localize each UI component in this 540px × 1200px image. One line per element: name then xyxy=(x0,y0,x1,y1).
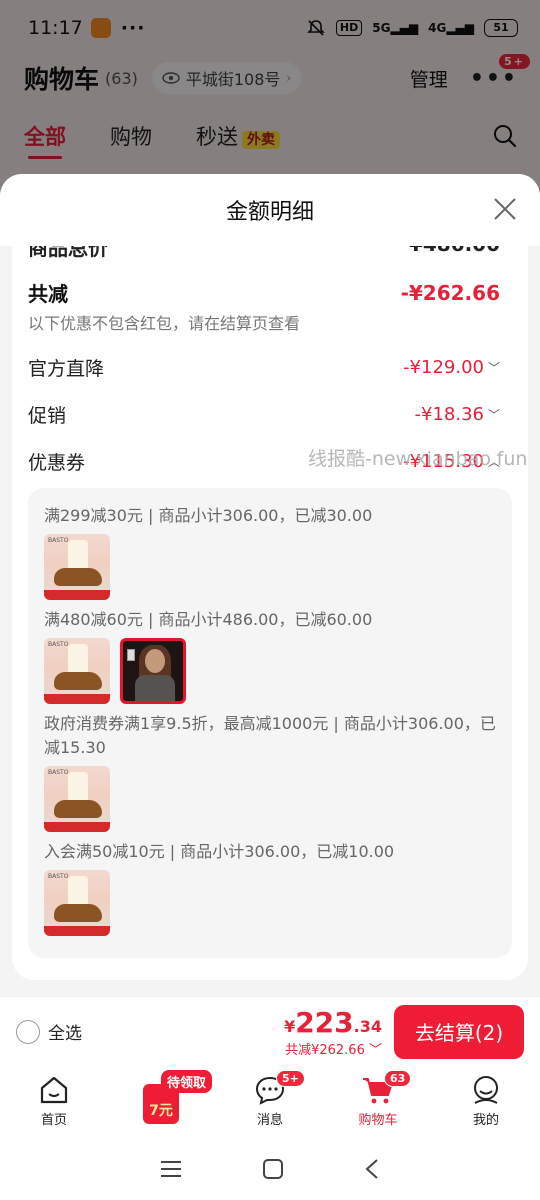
discount-label: 促销 xyxy=(28,405,67,427)
chevron-down-icon: ﹀ xyxy=(487,361,500,375)
product-thumb-coat[interactable] xyxy=(120,638,186,704)
bottom-nav: 首页 7元 待领取 消息 5+ 购物车 63 我的 xyxy=(0,1066,540,1138)
total-discount-label: 共减 xyxy=(28,282,68,306)
chevron-down-icon: ﹀ xyxy=(368,1042,382,1058)
total-price: ¥223.34 xyxy=(284,1005,382,1039)
user-icon xyxy=(474,1076,498,1104)
goods-total-value: ¥486.00 xyxy=(409,246,500,261)
nav-label: 购物车 xyxy=(358,1113,398,1128)
discount-summary: 共减¥262.66 ﹀ xyxy=(285,1042,382,1058)
nav-label: 消息 xyxy=(256,1113,283,1128)
discount-row-promotion[interactable]: 促销 -¥18.36 ﹀ xyxy=(28,401,500,428)
product-thumbs: BASTO xyxy=(44,534,496,600)
discount-row-official[interactable]: 官方直降 -¥129.00 ﹀ xyxy=(28,354,500,381)
nav-home[interactable]: 首页 xyxy=(0,1066,108,1138)
system-nav-bar xyxy=(0,1138,540,1200)
total-discount-value: -¥262.66 xyxy=(400,280,500,305)
promo-tag: 待领取 xyxy=(161,1070,213,1093)
sheet-title: 金额明细 xyxy=(225,200,314,225)
discount-label: 优惠券 xyxy=(28,452,86,474)
total-discount-note: 以下优惠不包含红包，请在结算页查看 xyxy=(28,314,301,333)
coupon-line: 满299减30元 | 商品小计306.00，已减30.00 xyxy=(44,506,373,525)
close-icon[interactable] xyxy=(492,196,518,222)
watermark: 线报酷-new.xianbao.fun xyxy=(308,448,528,470)
total-discount-row: 共减 -¥262.66 xyxy=(28,278,500,307)
menu-icon[interactable] xyxy=(159,1159,183,1179)
coupon-line: 入会满50减10元 | 商品小计306.00，已减10.00 xyxy=(44,842,395,861)
messages-badge: 5+ xyxy=(276,1070,305,1087)
nav-label: 首页 xyxy=(40,1113,67,1128)
checkout-button[interactable]: 去结算(2) xyxy=(394,1004,524,1059)
discount-value: -¥129.00 xyxy=(403,357,484,378)
product-thumb-shoe[interactable]: BASTO xyxy=(44,766,110,832)
product-thumb-shoe[interactable]: BASTO xyxy=(44,534,110,600)
chevron-down-icon: ﹀ xyxy=(487,408,500,422)
product-thumb-shoe[interactable]: BASTO xyxy=(44,870,110,936)
nav-promo[interactable]: 7元 待领取 xyxy=(108,1066,216,1138)
checkout-bar: 全选 ¥223.34 共减¥262.66 ﹀ 去结算(2) xyxy=(0,996,540,1066)
coupon-detail-box: 满299减30元 | 商品小计306.00，已减30.00 BASTO 满480… xyxy=(28,488,512,958)
price-detail-card: 商品总价 ¥486.00 共减 -¥262.66 以下优惠不包含红包，请在结算页… xyxy=(12,246,528,980)
product-thumbs: BASTO xyxy=(44,870,496,936)
select-all-label[interactable]: 全选 xyxy=(48,1019,82,1044)
sheet-header: 金额明细 xyxy=(0,174,540,246)
product-thumbs: BASTO xyxy=(44,638,496,704)
goods-total-row: 商品总价 ¥486.00 xyxy=(28,246,500,261)
select-all-checkbox[interactable] xyxy=(16,1019,40,1044)
home-square-icon[interactable] xyxy=(262,1158,284,1180)
nav-label: 我的 xyxy=(472,1113,499,1128)
nav-cart[interactable]: 购物车 63 xyxy=(324,1066,432,1138)
back-icon[interactable] xyxy=(363,1158,381,1180)
home-icon xyxy=(40,1076,68,1104)
goods-total-label: 商品总价 xyxy=(28,246,108,260)
price-detail-sheet: 金额明细 商品总价 ¥486.00 共减 -¥262.66 以下优惠不包含红包，… xyxy=(0,174,540,996)
discount-label: 官方直降 xyxy=(28,358,105,380)
price-summary[interactable]: ¥223.34 共减¥262.66 ﹀ xyxy=(284,1006,382,1058)
nav-messages[interactable]: 消息 5+ xyxy=(216,1066,324,1138)
product-thumbs: BASTO xyxy=(44,766,496,832)
nav-mine[interactable]: 我的 xyxy=(432,1066,540,1138)
cart-badge: 63 xyxy=(384,1070,412,1087)
coupon-line: 政府消费券满1享9.5折，最高减1000元 | 商品小计306.00，已减15.… xyxy=(44,714,496,757)
discount-value: -¥18.36 xyxy=(414,404,484,425)
coupon-line: 满480减60元 | 商品小计486.00，已减60.00 xyxy=(44,610,373,629)
product-thumb-shoe[interactable]: BASTO xyxy=(44,638,110,704)
